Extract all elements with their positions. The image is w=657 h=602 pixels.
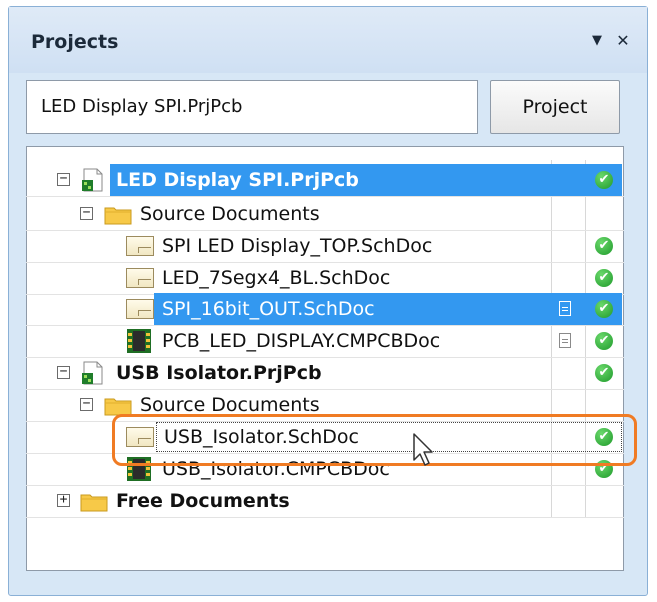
project-field-value: LED Display SPI.PrjPcb: [41, 96, 243, 117]
status-ok-icon: ✔: [595, 332, 613, 350]
tree-row-document[interactable]: SPI LED Display_TOP.SchDoc ✔: [0, 230, 657, 262]
schematic-doc-icon: [126, 299, 154, 319]
schematic-doc-icon: [126, 236, 154, 256]
project-icon: [82, 168, 103, 192]
pcb-doc-icon: [127, 329, 151, 353]
folder-icon: [104, 398, 132, 416]
modified-doc-icon: [559, 301, 571, 316]
status-ok-icon: ✔: [595, 364, 613, 382]
tree-row-document-selected[interactable]: SPI_16bit_OUT.SchDoc ✔: [0, 293, 657, 325]
project-icon: [82, 361, 103, 385]
tree-row-project[interactable]: − LED Display SPI.PrjPcb ✔: [0, 164, 657, 196]
folder-icon: [104, 207, 132, 225]
project-button[interactable]: Project: [490, 80, 620, 134]
highlight-callout: [112, 414, 637, 466]
tree-row-folder[interactable]: − Source Documents: [0, 198, 657, 230]
collapse-icon[interactable]: −: [57, 172, 70, 186]
row-divider: [26, 196, 624, 197]
mouse-cursor-icon: [413, 433, 433, 466]
tree-row-label: LED_7Segx4_BL.SchDoc: [162, 267, 391, 289]
tree-row-document[interactable]: LED_7Segx4_BL.SchDoc ✔: [0, 262, 657, 294]
tree-row-folder[interactable]: + Free Documents: [0, 485, 657, 517]
tree-row-label: USB Isolator.PrjPcb: [116, 362, 322, 384]
project-field[interactable]: LED Display SPI.PrjPcb: [26, 80, 478, 134]
collapse-icon[interactable]: −: [80, 206, 93, 220]
tree-row-label: LED Display SPI.PrjPcb: [116, 169, 359, 191]
modified-doc-icon: [559, 333, 571, 348]
status-ok-icon: ✔: [595, 269, 613, 287]
tree-row-label: Free Documents: [116, 490, 290, 512]
expand-icon[interactable]: +: [57, 493, 70, 507]
collapse-icon[interactable]: −: [57, 365, 70, 379]
schematic-doc-icon: [126, 268, 154, 288]
status-ok-icon: ✔: [595, 300, 613, 318]
panel-titlebar: Projects ▼ ✕: [9, 7, 647, 73]
panel-close-icon[interactable]: ✕: [615, 33, 631, 49]
status-ok-icon: ✔: [595, 237, 613, 255]
tree-row-document[interactable]: PCB_LED_DISPLAY.CMPCBDoc ✔: [0, 325, 657, 357]
tree-row-label: PCB_LED_DISPLAY.CMPCBDoc: [162, 330, 441, 352]
folder-icon: [80, 494, 108, 512]
tree-row-project[interactable]: − USB Isolator.PrjPcb ✔: [0, 357, 657, 389]
tree-row-label: SPI LED Display_TOP.SchDoc: [162, 235, 433, 257]
tree-row-label: Source Documents: [140, 203, 320, 225]
panel-title: Projects: [31, 31, 119, 53]
tree-row-label: SPI_16bit_OUT.SchDoc: [162, 298, 375, 320]
row-divider: [26, 517, 624, 518]
collapse-icon[interactable]: −: [80, 397, 93, 411]
panel-menu-icon[interactable]: ▼: [589, 33, 605, 49]
status-ok-icon: ✔: [595, 171, 613, 189]
